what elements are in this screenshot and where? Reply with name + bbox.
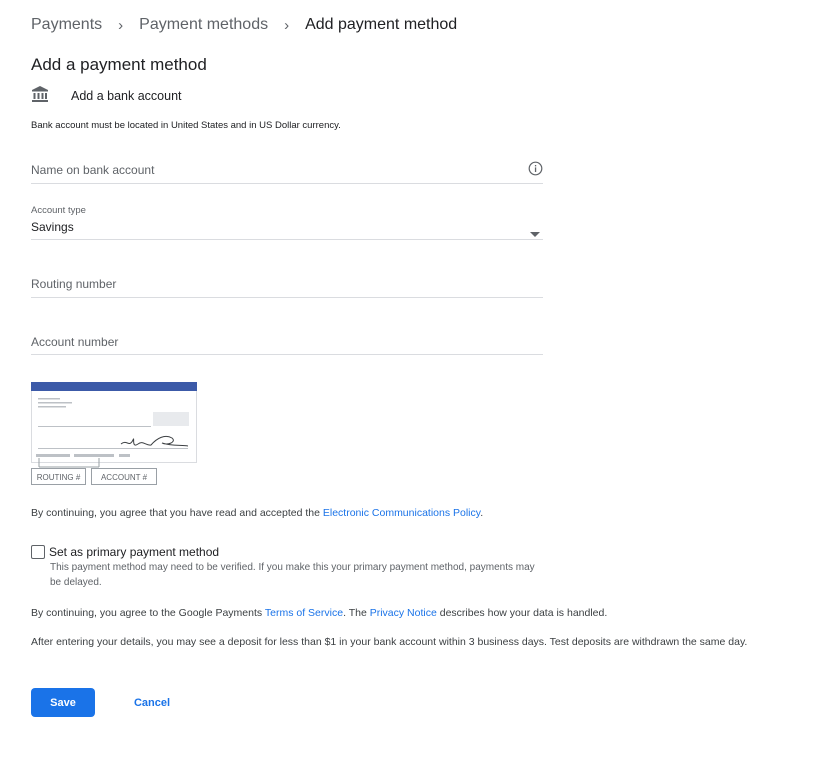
account-number-marker: ACCOUNT #	[101, 473, 148, 482]
breadcrumb-current: Add payment method	[305, 16, 458, 33]
account-type-value: Savings	[31, 220, 74, 234]
breadcrumb-separator: ›	[118, 16, 124, 34]
routing-number-placeholder: Routing number	[31, 277, 117, 291]
breadcrumb-payments[interactable]: Payments	[31, 16, 102, 34]
breadcrumb: Payments › Payment methods › Add payment…	[31, 15, 457, 35]
bank-icon	[31, 85, 49, 108]
terms-of-service-link[interactable]: Terms of Service	[265, 607, 343, 619]
breadcrumb-payment-methods[interactable]: Payment methods	[139, 16, 268, 34]
bank-account-option: Add a bank account	[31, 85, 182, 108]
info-icon[interactable]	[528, 161, 543, 181]
account-type-select[interactable]: Account type Savings	[31, 205, 543, 240]
electronic-communications-policy-link[interactable]: Electronic Communications Policy	[323, 507, 480, 519]
name-on-account-field[interactable]: Name on bank account	[31, 155, 543, 184]
primary-payment-option: Set as primary payment method This payme…	[31, 545, 551, 593]
account-type-label: Account type	[31, 205, 86, 216]
cancel-button[interactable]: Cancel	[119, 688, 185, 717]
check-illustration: ROUTING # ACCOUNT #	[31, 382, 201, 493]
agreement-text: By continuing, you agree that you have r…	[31, 507, 484, 519]
dropdown-arrow-icon	[530, 225, 540, 243]
bank-account-label: Add a bank account	[71, 89, 182, 103]
primary-payment-checkbox[interactable]	[31, 545, 45, 559]
primary-payment-help: This payment method may need to be verif…	[50, 562, 535, 588]
account-number-placeholder: Account number	[31, 335, 119, 349]
bank-location-notice: Bank account must be located in United S…	[31, 120, 341, 131]
routing-number-field[interactable]: Routing number	[31, 270, 543, 298]
privacy-notice-link[interactable]: Privacy Notice	[370, 607, 437, 619]
terms-text: By continuing, you agree to the Google P…	[31, 607, 608, 619]
name-on-account-placeholder: Name on bank account	[31, 163, 155, 177]
primary-payment-label[interactable]: Set as primary payment method	[49, 545, 219, 559]
deposit-notice: After entering your details, you may see…	[31, 636, 748, 648]
page-title: Add a payment method	[31, 55, 207, 74]
account-number-field[interactable]: Account number	[31, 328, 543, 355]
save-button[interactable]: Save	[31, 688, 95, 717]
breadcrumb-separator: ›	[284, 16, 290, 34]
routing-number-marker: ROUTING #	[37, 473, 81, 482]
